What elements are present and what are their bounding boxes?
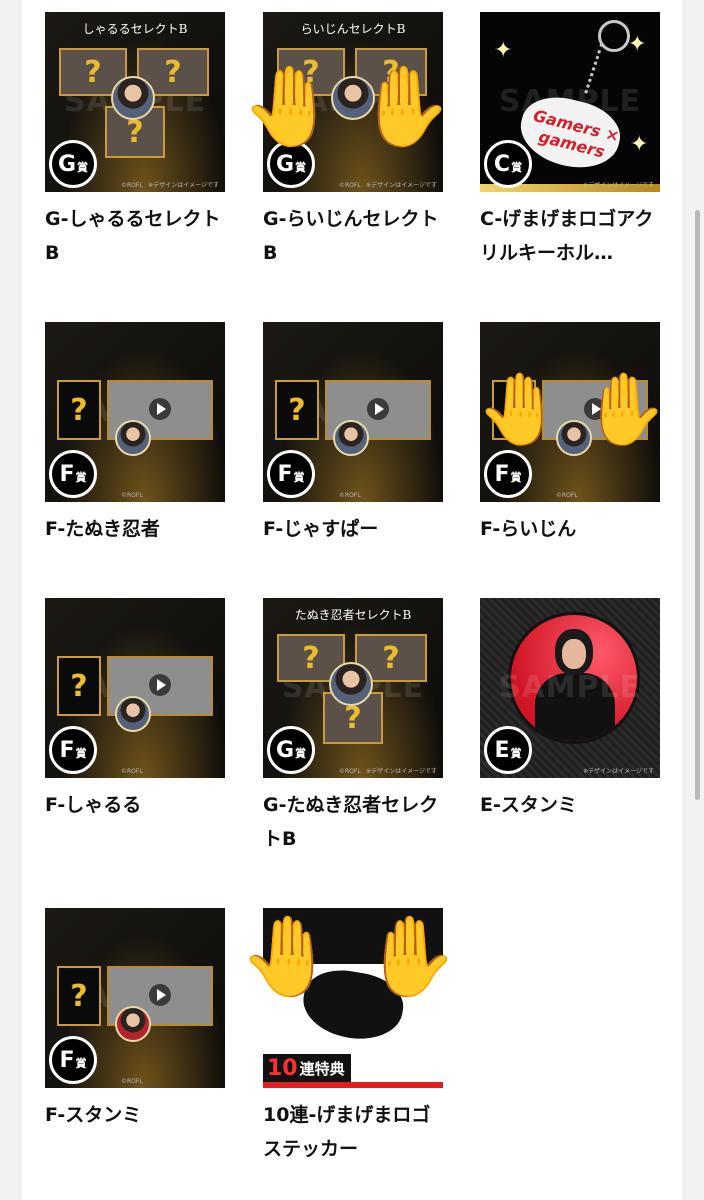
- person-face: [562, 639, 586, 669]
- product-thumbnail[interactable]: ✦ ✦ ✦ ✦ SAMPLE Gamers × gamers C賞 ※デザインは…: [480, 12, 660, 192]
- play-icon: [149, 674, 171, 696]
- product-caption[interactable]: G-たぬき忍者セレクトB: [263, 788, 443, 856]
- member-avatar: [115, 696, 151, 732]
- product-caption[interactable]: E-スタンミ: [480, 788, 660, 822]
- raised-hand-overlay-right: 🤚: [361, 912, 459, 1002]
- play-icon: [149, 984, 171, 1006]
- copyright-note: ※デザインはイメージです: [583, 768, 654, 775]
- product-caption[interactable]: 10連-げまげまロゴステッカー: [263, 1098, 443, 1166]
- raised-hand-overlay-left: 🤚: [476, 368, 564, 450]
- mystery-card: ?: [57, 656, 101, 716]
- product-card-f-stanmi[interactable]: SAMPLE ? F賞 ©ROFL F-スタンミ: [45, 908, 225, 1132]
- product-caption[interactable]: F-スタンミ: [45, 1098, 225, 1132]
- raised-hand-overlay-right: 🤚: [580, 368, 668, 450]
- prize-badge: F賞: [267, 450, 315, 498]
- rofl-credit: ©ROFL: [339, 768, 361, 775]
- product-caption[interactable]: F-たぬき忍者: [45, 512, 225, 546]
- product-card-e-stanmi[interactable]: SAMPLE E賞 ※デザインはイメージです E-スタンミ: [480, 598, 660, 822]
- prize-badge: F賞: [484, 450, 532, 498]
- member-avatar: [115, 420, 151, 456]
- product-card-g-tanuki-ninja-select-b[interactable]: たぬき忍者セレクトB SAMPLE ? ? ? G賞 ©ROFL ※デザインはイ…: [263, 598, 443, 856]
- product-caption[interactable]: G-しゃるるセレクトB: [45, 202, 225, 270]
- sticker-red-strip: [263, 1082, 443, 1088]
- product-card-f-jasper[interactable]: SAMPLE ? F賞 ©ROFL F-じゃすぱー: [263, 322, 443, 546]
- product-thumbnail[interactable]: しゃるるセレクトB SAMPLE ? ? ? G賞 ©ROFL ※デザインはイメ…: [45, 12, 225, 192]
- member-avatar: [333, 420, 369, 456]
- select-banner-title: たぬき忍者セレクトB: [294, 608, 412, 622]
- play-icon: [367, 398, 389, 420]
- member-avatar: [111, 76, 155, 120]
- play-icon: [149, 398, 171, 420]
- product-caption[interactable]: F-らいじん: [480, 512, 660, 546]
- member-avatar: [115, 1006, 151, 1042]
- prize-badge: E賞: [484, 726, 532, 774]
- product-thumbnail[interactable]: SAMPLE ? F賞 ©ROFL: [263, 322, 443, 502]
- mystery-card: ?: [275, 380, 319, 440]
- product-thumbnail[interactable]: SAMPLE E賞 ※デザインはイメージです: [480, 598, 660, 778]
- prize-badge: G賞: [267, 726, 315, 774]
- prize-badge: F賞: [49, 450, 97, 498]
- raised-hand-overlay-left: 🤚: [241, 62, 339, 152]
- prize-badge: G賞: [49, 140, 97, 188]
- prize-badge: C賞: [484, 140, 532, 188]
- product-thumbnail[interactable]: たぬき忍者セレクトB SAMPLE ? ? ? G賞 ©ROFL ※デザインはイ…: [263, 598, 443, 778]
- product-card-g-sharuru-select-b[interactable]: しゃるるセレクトB SAMPLE ? ? ? G賞 ©ROFL ※デザインはイメ…: [45, 12, 225, 270]
- raised-hand-overlay-right: 🤚: [355, 62, 453, 152]
- mystery-card: ?: [57, 966, 101, 1026]
- product-card-10-pull-sticker[interactable]: 10 連特典 10連-げまげまロゴステッカー 🤚 🤚: [239, 908, 458, 1166]
- prize-badge: F賞: [49, 1036, 97, 1084]
- product-caption[interactable]: F-じゃすぱー: [263, 512, 443, 546]
- product-caption[interactable]: F-しゃるる: [45, 788, 225, 822]
- product-card-g-raijin-select-b[interactable]: らいじんセレクトB SAMPLE ? ? G賞 ©ROFL ※デザインはイメージ…: [241, 12, 452, 270]
- sparkle-icon: ✦: [494, 38, 513, 63]
- copyright-note: ※デザインはイメージです: [148, 182, 219, 189]
- rofl-credit: ©ROFL: [121, 768, 143, 775]
- product-card-f-sharuru[interactable]: SAMPLE ? F賞 ©ROFL F-しゃるる: [45, 598, 225, 822]
- copyright-note: ※デザインはイメージです: [366, 182, 437, 189]
- product-caption[interactable]: G-らいじんセレクトB: [263, 202, 443, 270]
- prize-badge: F賞: [49, 726, 97, 774]
- rofl-credit: ©ROFL: [121, 492, 143, 499]
- sample-watermark: SAMPLE: [498, 670, 642, 705]
- product-grid-panel: しゃるるセレクトB SAMPLE ? ? ? G賞 ©ROFL ※デザインはイメ…: [22, 0, 682, 1200]
- product-thumbnail[interactable]: SAMPLE ? F賞 ©ROFL: [45, 322, 225, 502]
- copyright-note: ※デザインはイメージです: [366, 768, 437, 775]
- rofl-credit: ©ROFL: [121, 1078, 143, 1085]
- product-thumbnail[interactable]: SAMPLE ? F賞 ©ROFL: [45, 598, 225, 778]
- vertical-scrollbar[interactable]: [695, 210, 700, 800]
- product-card-f-tanuki-ninja[interactable]: SAMPLE ? F賞 ©ROFL F-たぬき忍者: [45, 322, 225, 546]
- sparkle-icon: ✦: [628, 32, 647, 57]
- select-banner-title: しゃるるセレクトB: [82, 22, 188, 36]
- sparkle-icon: ✦: [630, 132, 649, 157]
- rofl-credit: ©ROFL: [121, 182, 143, 189]
- product-card-c-logo-keychain[interactable]: ✦ ✦ ✦ ✦ SAMPLE Gamers × gamers C賞 ※デザインは…: [480, 12, 660, 270]
- member-avatar: [329, 662, 373, 706]
- product-card-f-raijin[interactable]: SAMPLE ? F賞 ©ROFL F-らいじん 🤚 🤚: [476, 322, 667, 546]
- mystery-card: ?: [57, 380, 101, 440]
- copyright-note: ※デザインはイメージです: [583, 182, 654, 189]
- rofl-credit: ©ROFL: [339, 182, 361, 189]
- product-thumbnail[interactable]: SAMPLE ? F賞 ©ROFL: [45, 908, 225, 1088]
- select-banner-title: らいじんセレクトB: [300, 22, 406, 36]
- product-caption[interactable]: C-げまげまロゴアクリルキーホル…: [480, 202, 660, 270]
- ten-pull-bonus-label: 10 連特典: [263, 1054, 351, 1082]
- rofl-credit: ©ROFL: [556, 492, 578, 499]
- raised-hand-overlay-left: 🤚: [239, 912, 337, 1002]
- rofl-credit: ©ROFL: [339, 492, 361, 499]
